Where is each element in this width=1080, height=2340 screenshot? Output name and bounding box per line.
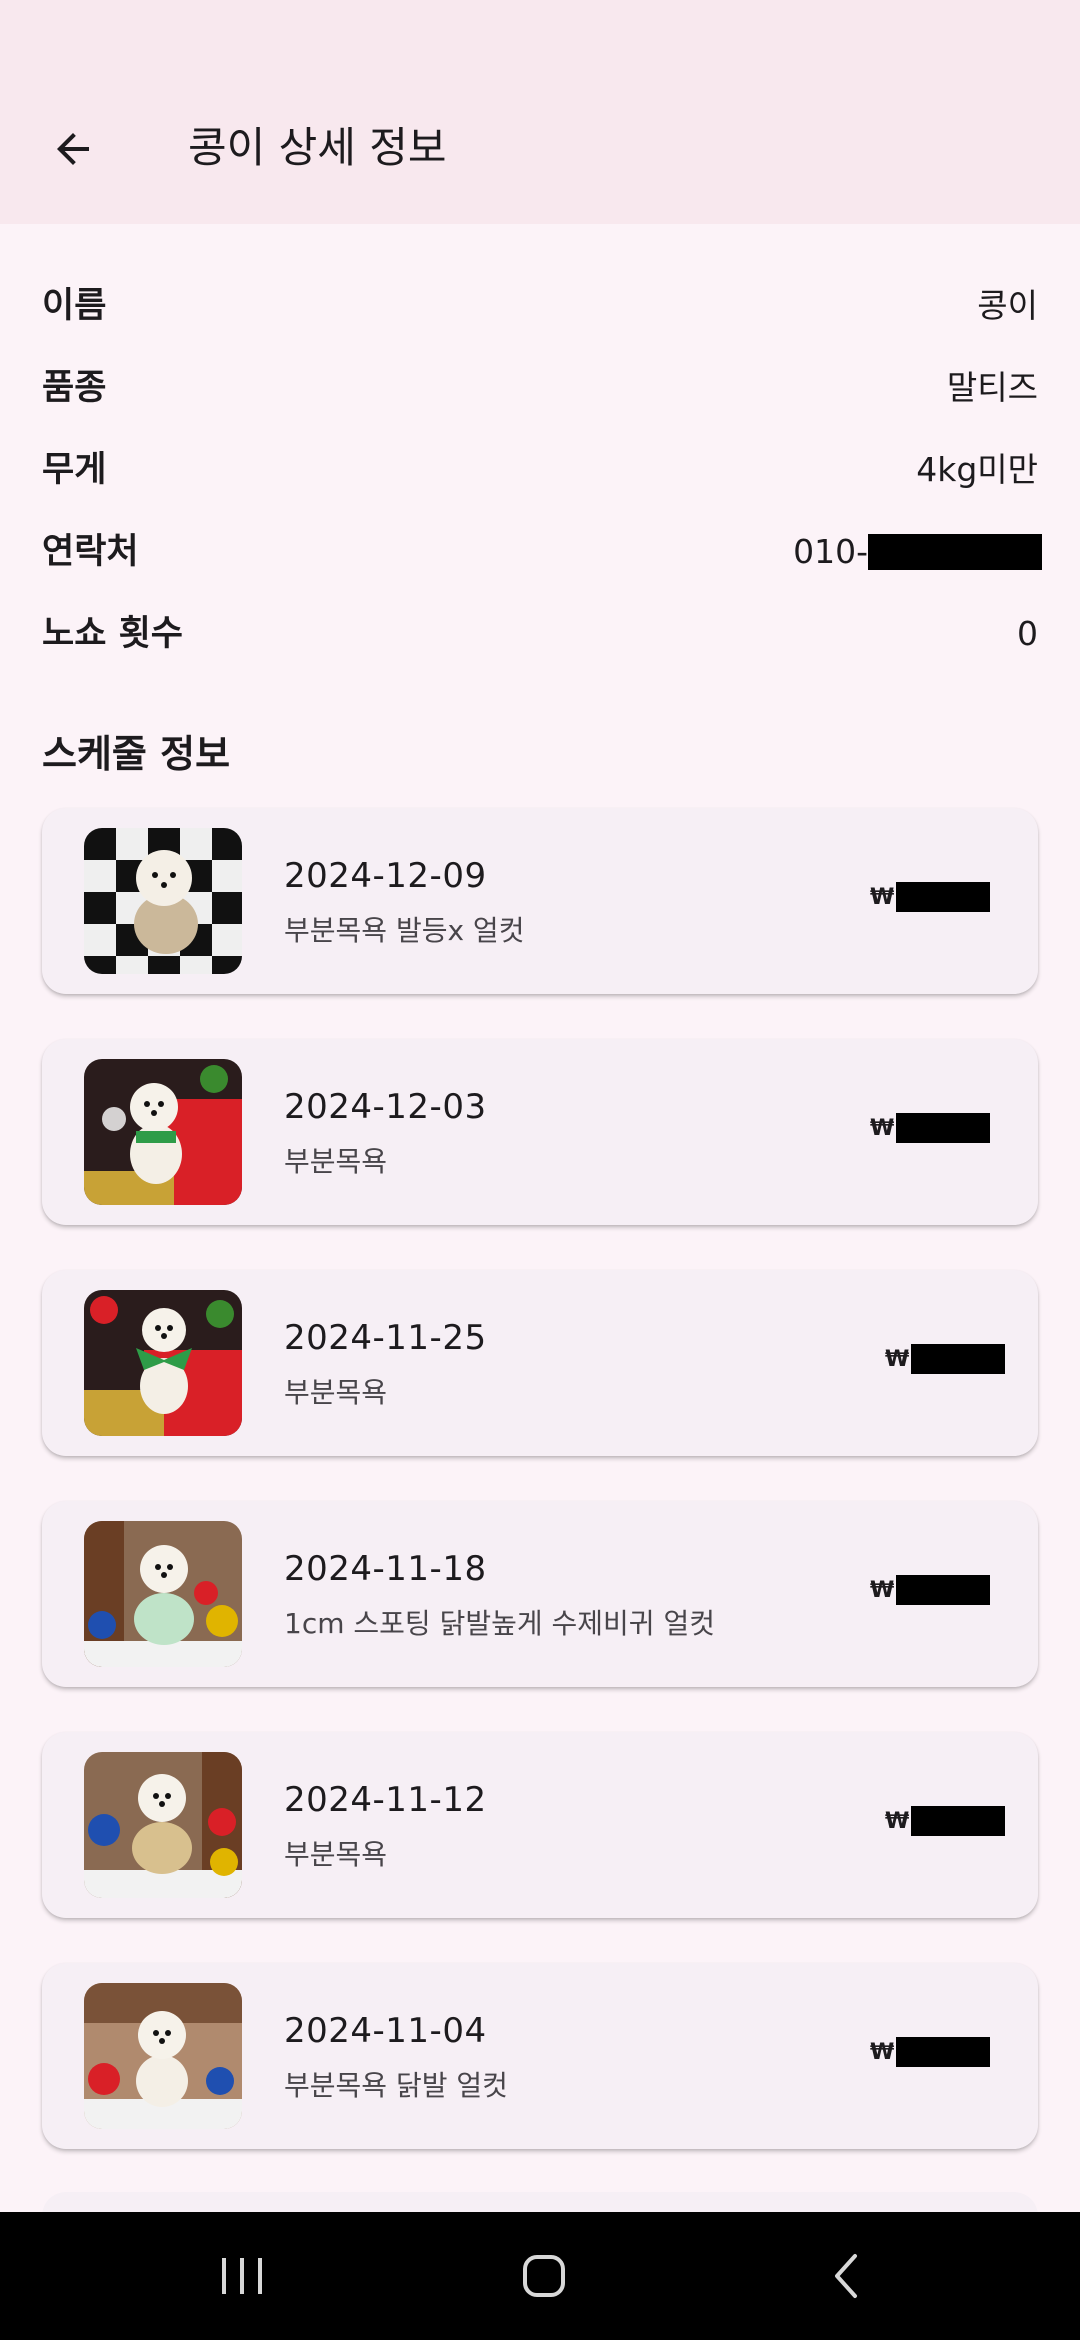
schedule-date: 2024-11-12 [284,1780,487,1820]
schedule-card[interactable]: 2024-11-25 부분목욕 ₩ [42,1270,1038,1456]
dog-photo [84,1059,242,1205]
redacted-block [868,534,1042,570]
system-nav-bar [0,2212,1080,2340]
app-bar: 콩이 상세 정보 [0,0,1080,224]
redacted-block [896,1575,991,1605]
schedule-description: 부분목욕 닭발 얼컷 [284,2069,508,2102]
schedule-price: ₩ [870,1575,991,1605]
info-label: 무게 [42,450,107,490]
redacted-block [896,2037,991,2067]
info-row-name: 이름 콩이 [42,278,1038,334]
currency-symbol: ₩ [870,2039,895,2065]
section-title-schedule: 스케줄 정보 [42,732,231,776]
schedule-card[interactable]: 2024-11-04 부분목욕 닭발 얼컷 ₩ [42,1963,1038,2149]
schedule-card[interactable]: 2024-12-03 부분목욕 ₩ [42,1039,1038,1225]
schedule-date: 2024-11-18 [284,1549,487,1589]
dog-photo [84,1752,242,1898]
schedule-description: 부분목욕 [284,1376,388,1409]
info-row-noshow: 노쇼 횟수 0 [42,606,1038,662]
schedule-price: ₩ [885,1344,1006,1374]
home-button[interactable] [444,2212,644,2340]
info-value-contact: 010- [793,524,1042,580]
schedule-description: 부분목욕 [284,1838,388,1871]
info-row-contact: 연락처 010- [42,524,1042,580]
redacted-block [911,1344,1006,1374]
info-value: 4kg미만 [916,450,1038,489]
info-label: 이름 [42,286,107,326]
currency-symbol: ₩ [870,884,895,910]
schedule-description: 1cm 스포팅 닭발높게 수제비귀 얼컷 [284,1607,715,1640]
info-row-weight: 무게 4kg미만 [42,442,1038,498]
dog-photo [84,828,242,974]
dog-photo [84,1983,242,2129]
info-label: 품종 [42,368,107,408]
arrow-left-icon [57,133,89,165]
dog-photo [84,1521,242,1667]
schedule-price: ₩ [885,1806,1006,1836]
info-row-breed: 품종 말티즈 [42,360,1038,416]
info-label: 노쇼 횟수 [42,614,183,654]
redacted-block [911,1806,1006,1836]
schedule-card[interactable]: 2024-12-09 부분목욕 발등x 얼컷 ₩ [42,808,1038,994]
info-value: 말티즈 [946,368,1038,407]
info-label: 연락처 [42,532,139,572]
schedule-card[interactable]: 2024-11-12 부분목욕 ₩ [42,1732,1038,1918]
info-value: 콩이 [977,286,1038,325]
schedule-price: ₩ [870,2037,991,2067]
schedule-description: 부분목욕 발등x 얼컷 [284,914,525,947]
schedule-date: 2024-11-25 [284,1318,487,1358]
schedule-date: 2024-11-04 [284,2011,487,2051]
schedule-list: 2024-12-09 부분목욕 발등x 얼컷 ₩ 2024-12-03 부분목욕… [42,808,1038,2194]
back-chevron-icon [835,2254,857,2298]
recent-apps-button[interactable] [142,2212,342,2340]
home-icon [523,2255,565,2297]
schedule-card[interactable]: 2024-11-18 1cm 스포팅 닭발높게 수제비귀 얼컷 ₩ [42,1501,1038,1687]
schedule-price: ₩ [870,882,991,912]
schedule-price: ₩ [870,1113,991,1143]
schedule-date: 2024-12-09 [284,856,487,896]
redacted-block [896,882,991,912]
currency-symbol: ₩ [870,1115,895,1141]
contact-prefix: 010- [793,532,868,571]
info-value: 0 [1017,614,1038,653]
system-back-button[interactable] [746,2212,946,2340]
dog-photo [84,1290,242,1436]
schedule-description: 부분목욕 [284,1145,388,1178]
redacted-block [896,1113,991,1143]
page-title: 콩이 상세 정보 [188,123,447,172]
currency-symbol: ₩ [870,1577,895,1603]
schedule-date: 2024-12-03 [284,1087,487,1127]
back-button[interactable] [42,118,104,180]
currency-symbol: ₩ [885,1808,910,1834]
recent-apps-icon [222,2258,262,2294]
currency-symbol: ₩ [885,1346,910,1372]
